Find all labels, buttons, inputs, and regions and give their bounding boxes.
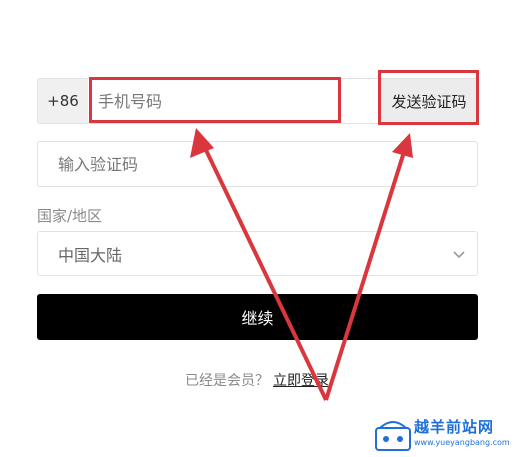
verification-code-input[interactable] (38, 142, 477, 186)
chevron-down-icon (451, 246, 467, 262)
phone-input[interactable] (88, 79, 380, 123)
continue-button[interactable]: 继续 (37, 294, 478, 340)
login-link[interactable]: 立即登录 (273, 373, 329, 389)
member-prompt: 已经是会员？ (185, 373, 269, 389)
code-field-wrapper (37, 141, 478, 187)
region-select[interactable]: 中国大陆 (37, 231, 478, 276)
region-label: 国家/地区 (37, 207, 103, 225)
send-code-button[interactable]: 发送验证码 (380, 78, 478, 124)
member-login-row: 已经是会员？ 立即登录 (0, 370, 514, 390)
region-selected-value: 中国大陆 (58, 245, 123, 265)
phone-field-wrapper (88, 78, 380, 124)
country-code[interactable]: +86 (37, 78, 88, 124)
watermark-url: www.yueyangbang.com (414, 438, 510, 447)
watermark-brand: 越羊前站网 (414, 418, 495, 436)
